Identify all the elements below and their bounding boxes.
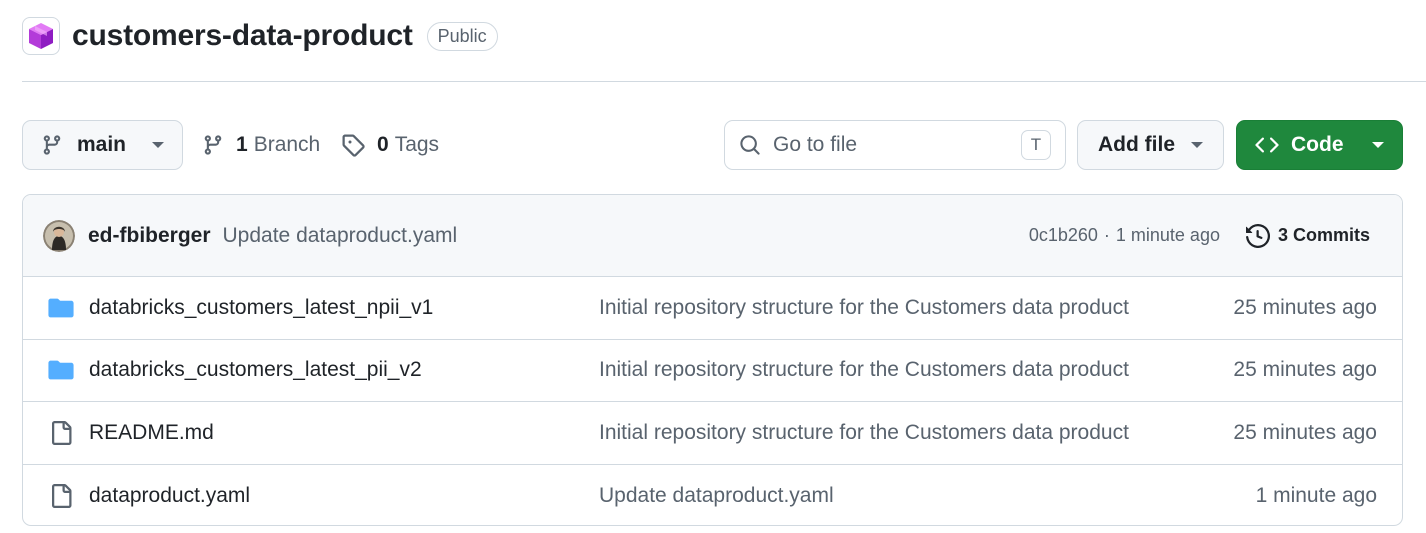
- history-icon: [1245, 223, 1270, 248]
- chevron-down-icon: [1191, 142, 1203, 148]
- file-commit-message[interactable]: Update dataproduct.yaml: [599, 484, 1179, 508]
- repo-avatar[interactable]: [22, 17, 60, 55]
- file-row[interactable]: README.md Initial repository structure f…: [23, 402, 1402, 465]
- search-icon: [740, 135, 760, 155]
- latest-commit-bar: ed-fbiberger Update dataproduct.yaml 0c1…: [23, 195, 1402, 277]
- branches-count: 1: [236, 133, 248, 156]
- file-commit-message[interactable]: Initial repository structure for the Cus…: [599, 421, 1179, 445]
- repo-header: customers-data-product Public: [22, 14, 498, 58]
- branches-label: Branch: [253, 133, 321, 156]
- tags-count: 0: [377, 133, 389, 156]
- code-label: Code: [1291, 133, 1344, 156]
- go-to-file-input[interactable]: Go to file T: [724, 120, 1066, 170]
- author-avatar[interactable]: [43, 219, 75, 252]
- repo-name[interactable]: customers-data-product: [72, 19, 413, 53]
- chevron-down-icon: [152, 142, 164, 148]
- file-icon: [48, 420, 74, 446]
- file-browser: ed-fbiberger Update dataproduct.yaml 0c1…: [22, 194, 1403, 526]
- tag-icon: [342, 134, 365, 157]
- folder-icon: [48, 359, 74, 381]
- file-name[interactable]: databricks_customers_latest_npii_v1: [89, 296, 599, 320]
- commit-sha[interactable]: 0c1b260: [1029, 225, 1098, 246]
- meta-separator: ·: [1103, 225, 1110, 245]
- file-commit-message[interactable]: Initial repository structure for the Cus…: [599, 296, 1179, 320]
- user-avatar-icon: [43, 219, 75, 252]
- commit-message[interactable]: Update dataproduct.yaml: [223, 224, 458, 248]
- code-icon: [1255, 137, 1279, 153]
- file-commit-time: 25 minutes ago: [1233, 358, 1377, 382]
- branches-link[interactable]: 1 Branch: [202, 120, 320, 170]
- file-commit-time: 25 minutes ago: [1233, 295, 1377, 319]
- branch-name: main: [77, 133, 127, 156]
- code-button[interactable]: Code: [1236, 120, 1403, 170]
- header-divider: [22, 81, 1426, 82]
- visibility-badge: Public: [426, 21, 498, 51]
- search-placeholder: Go to file: [773, 133, 858, 156]
- folder-icon: [48, 297, 74, 319]
- add-file-button[interactable]: Add file: [1077, 120, 1224, 170]
- add-file-label: Add file: [1098, 133, 1175, 156]
- git-branch-icon: [204, 135, 222, 155]
- commit-author[interactable]: ed-fbiberger: [88, 224, 211, 248]
- commits-history-link[interactable]: 3 Commits: [1245, 223, 1370, 248]
- file-row[interactable]: databricks_customers_latest_npii_v1 Init…: [23, 277, 1402, 340]
- file-commit-time: 1 minute ago: [1255, 483, 1377, 507]
- branch-select-button[interactable]: main: [22, 120, 183, 170]
- commit-time: 1 minute ago: [1115, 225, 1220, 245]
- file-commit-message[interactable]: Initial repository structure for the Cus…: [599, 358, 1179, 382]
- commits-label: 3 Commits: [1277, 225, 1370, 245]
- file-name[interactable]: README.md: [89, 421, 599, 445]
- file-name[interactable]: dataproduct.yaml: [89, 484, 599, 508]
- file-name[interactable]: databricks_customers_latest_pii_v2: [89, 358, 599, 382]
- commit-meta: 0c1b260 · 1 minute ago: [1029, 225, 1220, 246]
- file-row[interactable]: dataproduct.yaml Update dataproduct.yaml…: [23, 465, 1402, 526]
- git-branch-icon: [43, 135, 61, 155]
- cube-logo-icon: [29, 23, 53, 49]
- chevron-down-icon: [1372, 142, 1384, 148]
- file-icon: [48, 483, 74, 509]
- tags-label: Tags: [394, 133, 440, 156]
- tags-link[interactable]: 0 Tags: [341, 120, 439, 170]
- keyboard-shortcut-hint: T: [1021, 130, 1051, 160]
- file-row[interactable]: databricks_customers_latest_pii_v2 Initi…: [23, 340, 1402, 402]
- file-commit-time: 25 minutes ago: [1233, 420, 1377, 444]
